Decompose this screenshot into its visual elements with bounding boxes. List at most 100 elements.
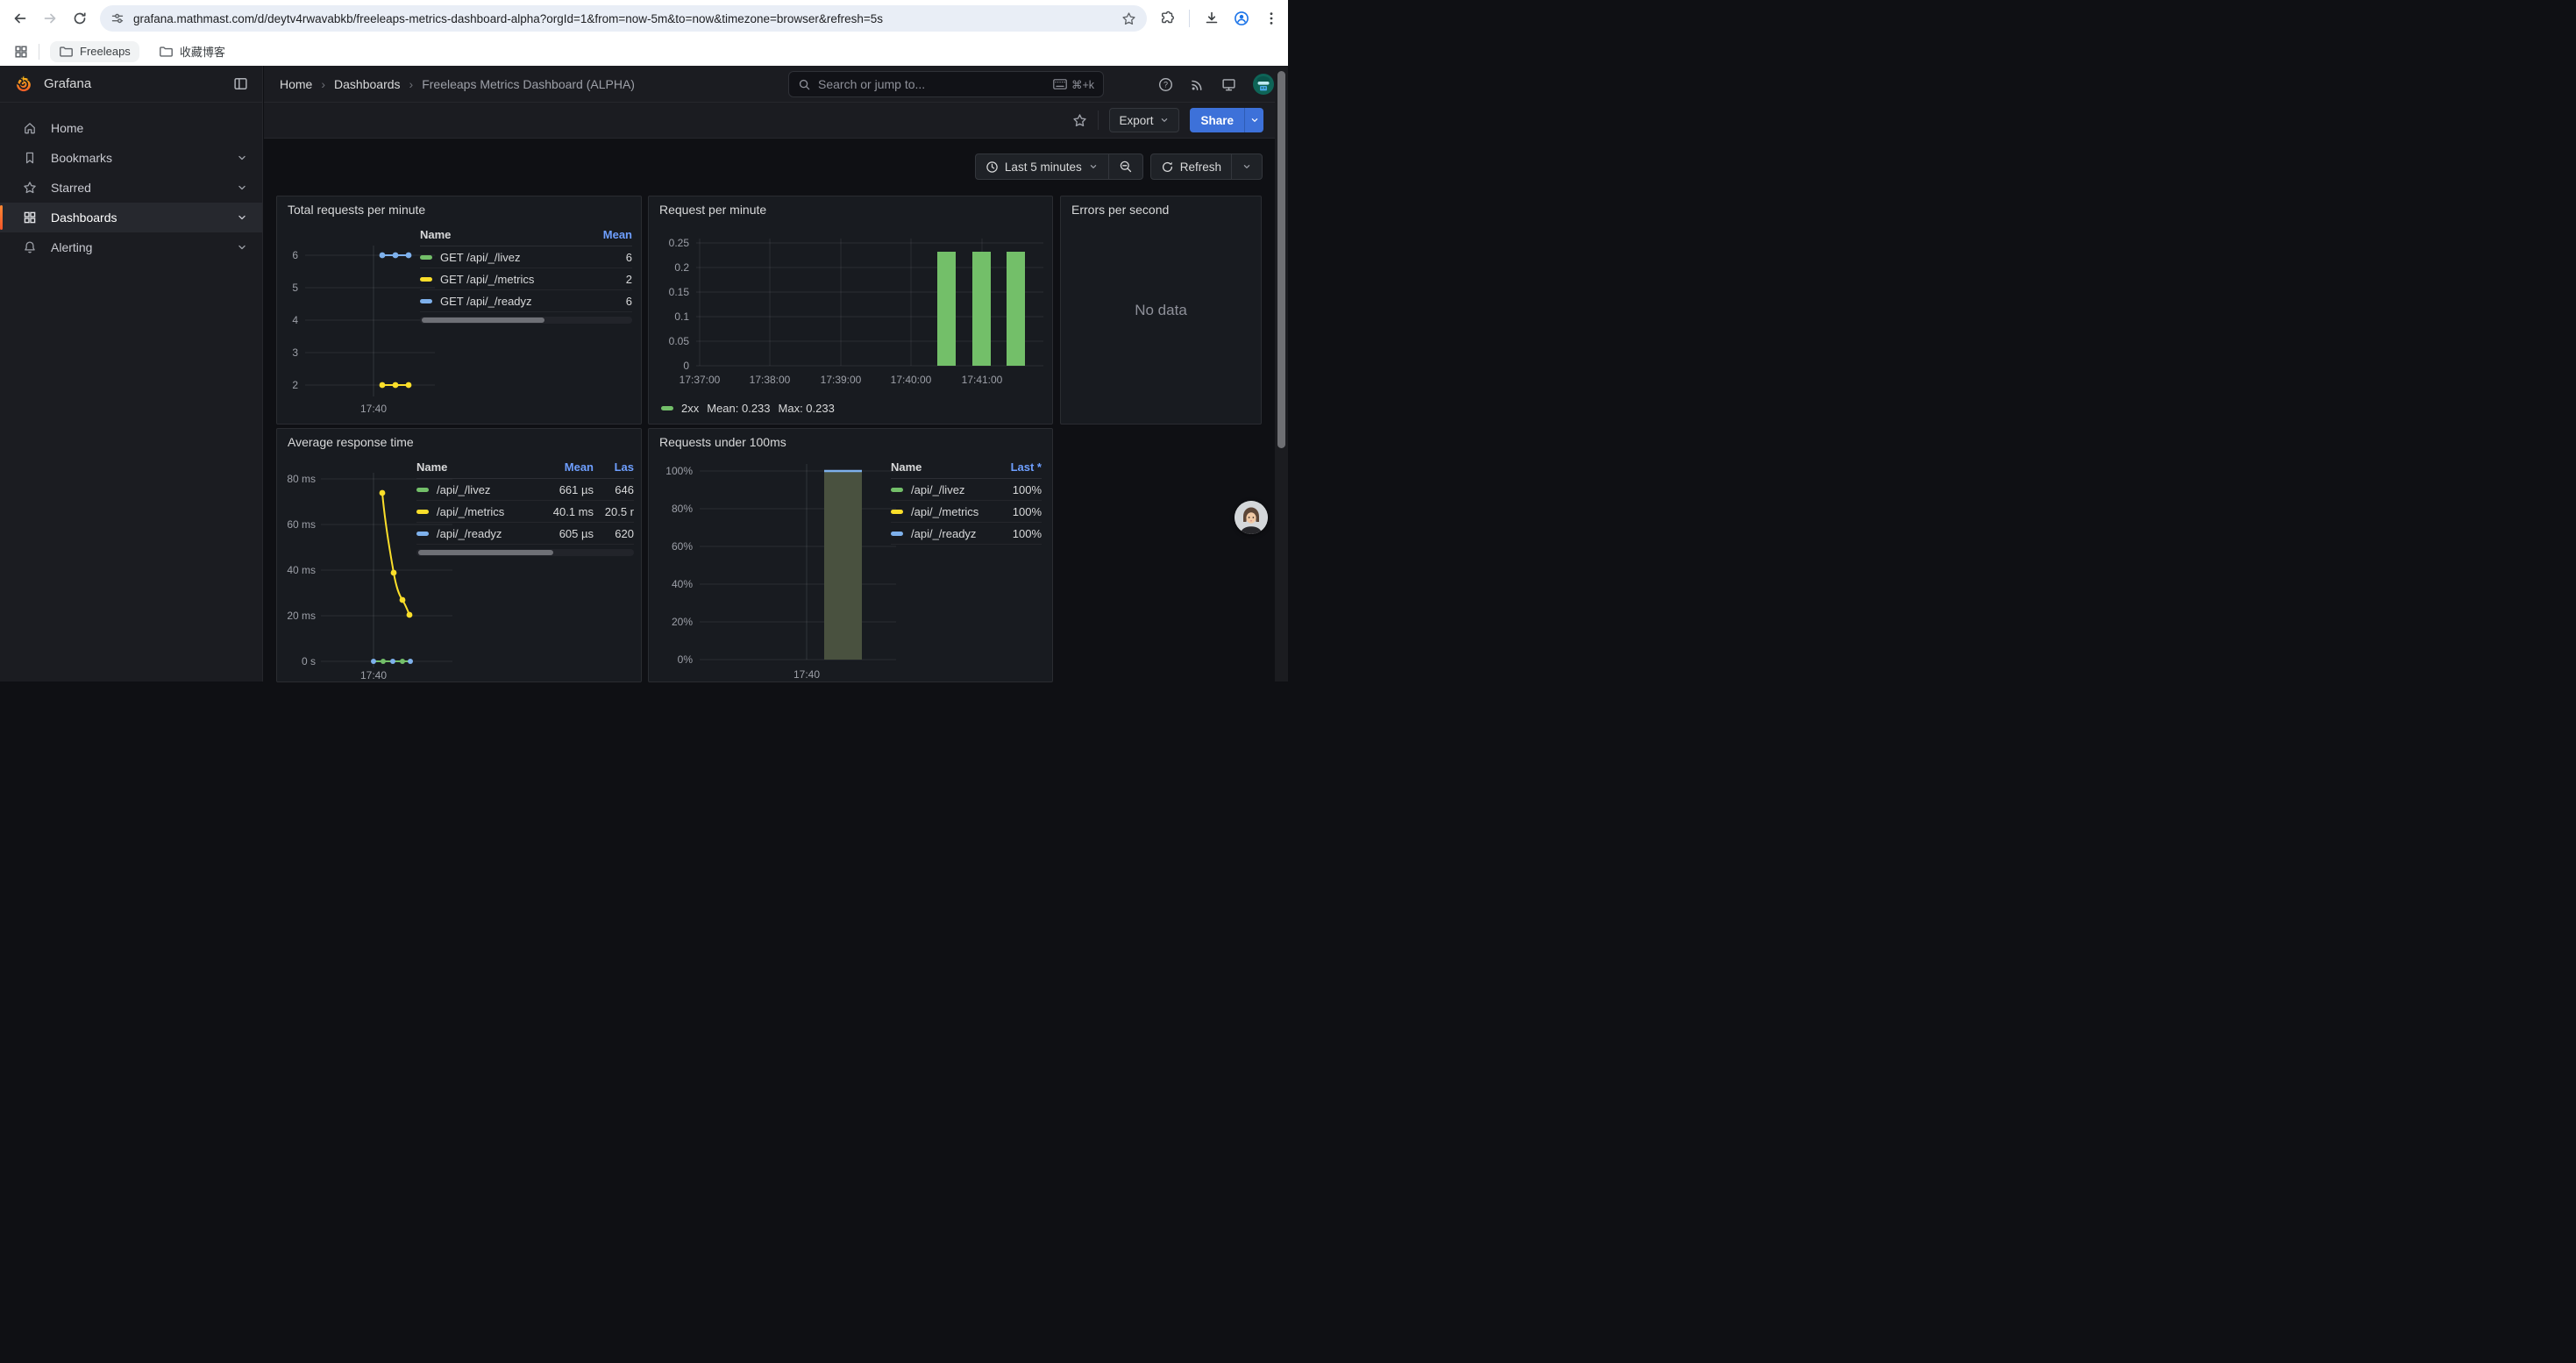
folder-icon	[59, 45, 73, 59]
dashboards-grid-icon	[23, 211, 37, 225]
shortcut-label: ⌘+k	[1071, 78, 1094, 91]
page-scrollbar	[1275, 66, 1288, 682]
floating-assistant-avatar[interactable]	[1235, 501, 1268, 534]
series-name: GET /api/_/livez	[440, 251, 588, 264]
sidebar-item-alerting[interactable]: Alerting	[0, 232, 262, 262]
share-button[interactable]: Share	[1190, 108, 1263, 132]
legend-header-name[interactable]: Name	[416, 460, 536, 474]
refresh-icon	[1161, 161, 1174, 174]
chevron-down-icon[interactable]	[236, 182, 248, 194]
forward-icon[interactable]	[42, 11, 58, 26]
extensions-icon[interactable]	[1159, 11, 1175, 26]
series-name: /api/_/livez	[911, 483, 998, 496]
legend-row[interactable]: /api/_/livez 100%	[891, 479, 1042, 501]
collapse-sidebar-icon[interactable]	[233, 76, 248, 91]
series-name: /api/_/livez	[437, 483, 536, 496]
search-input[interactable]: Search or jump to... ⌘+k	[788, 71, 1104, 97]
time-controls-row: Last 5 minutes Refresh	[264, 149, 1288, 184]
breadcrumb-home[interactable]: Home	[280, 77, 312, 91]
breadcrumb-current: Freeleaps Metrics Dashboard (ALPHA)	[422, 77, 635, 91]
breadcrumb-dashboards[interactable]: Dashboards	[334, 77, 401, 91]
panel-title[interactable]: Average response time	[277, 429, 641, 449]
bookmark-folder-blogs[interactable]: 收藏博客	[150, 39, 234, 63]
sidebar-item-dashboards[interactable]: Dashboards	[0, 203, 262, 232]
share-label[interactable]: Share	[1190, 108, 1244, 132]
refresh-interval-button[interactable]	[1231, 154, 1262, 179]
keyboard-icon	[1053, 79, 1067, 89]
legend-header-name[interactable]: Name	[891, 460, 998, 474]
sidebar-item-home[interactable]: Home	[0, 113, 262, 143]
series-name: 2xx	[681, 402, 699, 415]
reload-icon[interactable]	[72, 11, 88, 26]
legend-inline[interactable]: 2xx Mean: 0.233 Max: 0.233	[661, 402, 835, 415]
site-settings-icon[interactable]	[110, 11, 125, 25]
sidebar-item-bookmarks[interactable]: Bookmarks	[0, 143, 262, 173]
legend-row[interactable]: GET /api/_/readyz 6	[420, 290, 632, 312]
share-menu-button[interactable]	[1244, 108, 1263, 132]
legend-header-last[interactable]: Last *	[998, 460, 1042, 474]
clock-icon	[986, 161, 999, 174]
svg-text:17:40: 17:40	[360, 403, 387, 415]
apps-grid-icon[interactable]	[14, 45, 28, 59]
series-color-pill	[891, 488, 903, 492]
legend-row[interactable]: /api/_/metrics 100%	[891, 501, 1042, 523]
legend-scrollbar[interactable]	[416, 549, 634, 556]
favorite-star-icon[interactable]	[1072, 113, 1087, 128]
browser-menu-icon[interactable]	[1263, 11, 1279, 26]
chevron-down-icon[interactable]	[236, 241, 248, 253]
legend-row[interactable]: GET /api/_/metrics 2	[420, 268, 632, 290]
series-color-pill	[891, 532, 903, 536]
scrollbar-thumb[interactable]	[1277, 71, 1285, 448]
sidebar: Grafana Home Bookmarks Starred	[0, 66, 263, 682]
series-name: /api/_/metrics	[911, 505, 998, 518]
export-button[interactable]: Export	[1109, 108, 1179, 132]
legend-row[interactable]: GET /api/_/livez 6	[420, 246, 632, 268]
bar-chart[interactable]: 100% 80% 60% 40% 20% 0% 17:40	[654, 452, 900, 682]
chevron-down-icon	[1242, 161, 1252, 172]
address-bar[interactable]: grafana.mathmast.com/d/deytv4rwavabkb/fr…	[100, 5, 1147, 32]
legend-table: Name Mean Las /api/_/livez 661 µs 646 /a…	[416, 460, 634, 556]
bookmark-star-icon[interactable]	[1121, 11, 1136, 26]
panel-title[interactable]: Request per minute	[649, 196, 1052, 217]
svg-text:80 ms: 80 ms	[287, 473, 316, 485]
sidebar-item-starred[interactable]: Starred	[0, 173, 262, 203]
legend-row[interactable]: /api/_/readyz 100%	[891, 523, 1042, 545]
svg-text:40%: 40%	[672, 578, 693, 590]
legend-header-name[interactable]: Name	[420, 228, 588, 241]
bar-chart[interactable]: 0.25 0.2 0.15 0.1 0.05 0 17:37:00 17:38:…	[654, 223, 1049, 391]
zoom-out-button[interactable]	[1108, 154, 1142, 179]
legend-header: Name Last *	[891, 460, 1042, 479]
svg-text:17:37:00: 17:37:00	[680, 374, 721, 386]
panel-title[interactable]: Total requests per minute	[277, 196, 641, 217]
series-mean: 6	[588, 251, 632, 264]
legend-row[interactable]: /api/_/readyz 605 µs 620	[416, 523, 634, 545]
legend-header-mean[interactable]: Mean	[536, 460, 594, 474]
sidebar-item-label: Home	[51, 121, 83, 135]
search-shortcut: ⌘+k	[1053, 78, 1094, 91]
legend-row[interactable]: /api/_/livez 661 µs 646	[416, 479, 634, 501]
back-icon[interactable]	[12, 11, 28, 26]
grafana-logo[interactable]	[14, 75, 33, 94]
download-icon[interactable]	[1204, 11, 1220, 26]
profile-icon[interactable]	[1234, 11, 1249, 26]
legend-row[interactable]: /api/_/metrics 40.1 ms 20.5 r	[416, 501, 634, 523]
time-range-picker[interactable]: Last 5 minutes	[976, 154, 1108, 179]
legend-header-mean[interactable]: Mean	[588, 228, 632, 241]
bookmark-folder-freeleaps[interactable]: Freeleaps	[50, 41, 139, 62]
help-icon[interactable]: ?	[1158, 77, 1173, 92]
refresh-button[interactable]: Refresh	[1151, 154, 1231, 179]
panel-title[interactable]: Errors per second	[1061, 196, 1261, 217]
user-avatar[interactable]	[1253, 74, 1274, 95]
chevron-down-icon[interactable]	[236, 211, 248, 224]
brand-name[interactable]: Grafana	[44, 76, 233, 91]
kiosk-monitor-icon[interactable]	[1221, 77, 1236, 92]
url-text[interactable]: grafana.mathmast.com/d/deytv4rwavabkb/fr…	[133, 12, 1121, 25]
timeseries-chart[interactable]: 6 5 4 3 2 17:40	[281, 223, 438, 423]
chevron-down-icon[interactable]	[236, 152, 248, 164]
svg-text:?: ?	[1163, 80, 1168, 89]
export-label: Export	[1119, 114, 1153, 127]
legend-header-last[interactable]: Las	[594, 460, 634, 474]
news-rss-icon[interactable]	[1190, 77, 1205, 92]
panel-title[interactable]: Requests under 100ms	[649, 429, 1052, 449]
legend-scrollbar[interactable]	[420, 317, 632, 324]
